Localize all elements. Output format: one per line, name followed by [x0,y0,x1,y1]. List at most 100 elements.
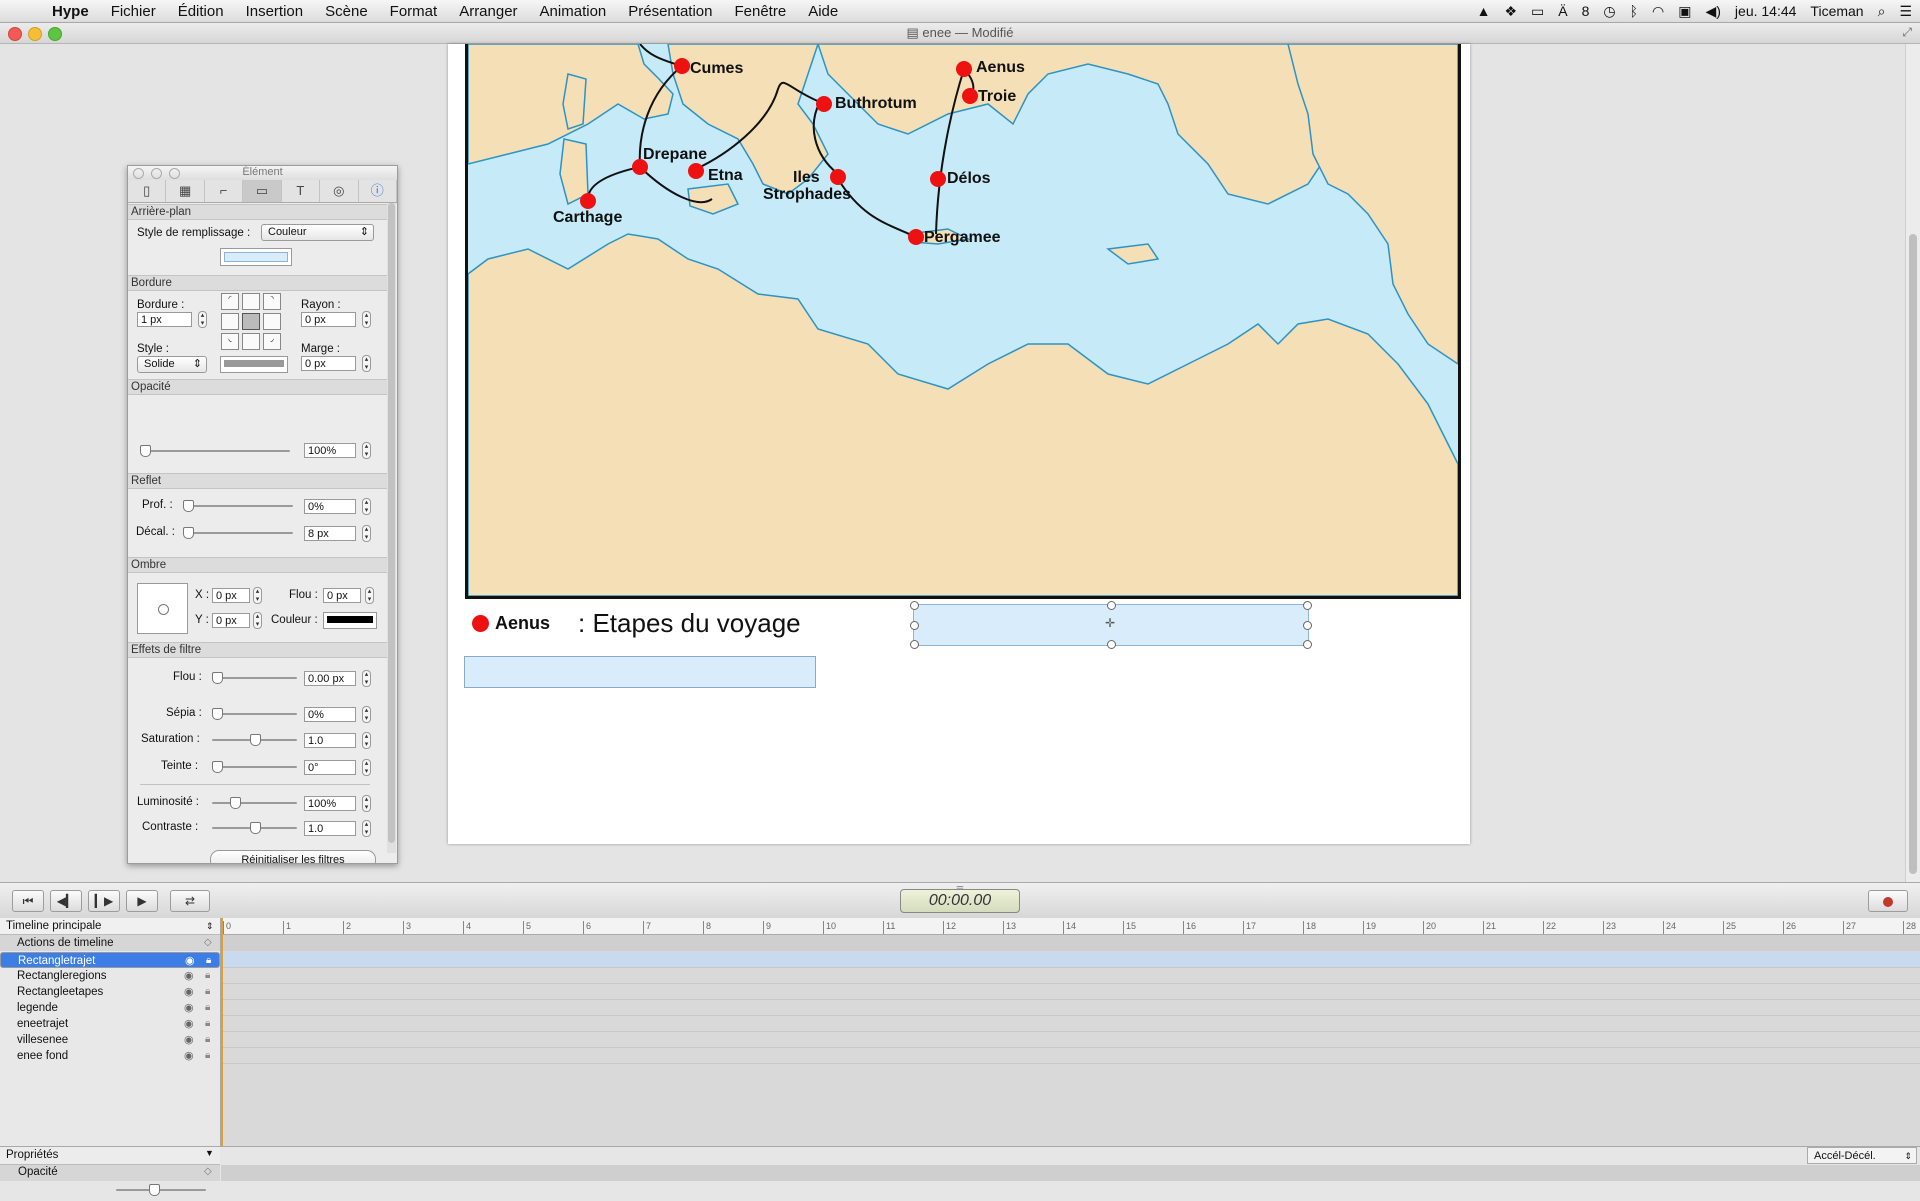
visibility-eye-icon[interactable]: ◉ [184,1000,194,1016]
inspector-scrollbar[interactable] [387,203,396,853]
side-top-icon[interactable] [242,293,260,310]
layout-inspector-tab-icon[interactable]: ⌐ [205,180,244,202]
keyframe-diamond-icon[interactable]: ◇ [204,1166,212,1177]
border-width-field[interactable]: 1 px [137,312,192,327]
center-crosshair-icon[interactable]: ✛ [1105,616,1115,630]
radius-stepper[interactable]: ▴ ▾ [362,311,371,328]
corner-br-icon[interactable]: ◞ [263,333,281,350]
text-inspector-tab-icon[interactable]: T [282,180,321,202]
contrast-knob[interactable] [250,822,261,834]
adobe-icon[interactable]: Ä [1558,3,1567,19]
filter-blur-stepper[interactable]: ▴ ▾ [362,670,371,687]
volume-icon[interactable]: ◀) [1705,3,1720,20]
border-sides-picker[interactable]: ◜ ◝ ◟ ◞ [221,293,287,350]
margin-stepper[interactable]: ▴ ▾ [362,355,371,372]
property-row-opacity[interactable]: Opacité ◇ [0,1165,220,1181]
visibility-eye-icon[interactable]: ◉ [185,953,195,969]
menu-fichier[interactable]: Fichier [111,3,156,20]
drive-icon[interactable]: ▲ [1477,3,1491,19]
shadow-direction-knob[interactable] [158,604,169,615]
spotlight-icon[interactable]: ⌕ [1878,3,1886,20]
offset-slider-knob[interactable] [183,527,194,539]
info-inspector-tab-icon[interactable]: ⓘ [359,180,397,202]
fill-style-select[interactable]: Couleur ⇕ [261,224,374,241]
lock-icon[interactable]: 🔒︎ [205,1016,210,1032]
rectangle-regions[interactable] [464,656,816,688]
side-all-icon[interactable] [242,313,260,330]
brightness-stepper[interactable]: ▴ ▾ [362,795,371,812]
rectangle-trajet[interactable]: ✛ [910,601,1312,649]
scene-inspector-tab-icon[interactable]: ▦ [166,180,205,202]
menu-arranger[interactable]: Arranger [459,3,517,20]
property-track[interactable] [221,1165,1920,1181]
visibility-eye-icon[interactable]: ◉ [184,984,194,1000]
menu-format[interactable]: Format [390,3,438,20]
opacity-slider[interactable] [140,445,290,457]
step-back-button[interactable]: ◀▎ [50,890,82,912]
side-left-icon[interactable] [221,313,239,330]
playhead[interactable] [221,918,223,1146]
sepia-knob[interactable] [212,708,223,720]
lock-icon[interactable]: 🔒︎ [205,1048,210,1064]
timeline-ruler[interactable]: 0 1 2 3 4 5 6 7 8 9 10 11 12 13 14 15 16 17 18 19 20 21 22 23 24… [221,918,1920,935]
radius-field[interactable]: 0 px [301,312,356,327]
hue-slider[interactable] [212,761,297,773]
properties-header[interactable]: Propriétés ▼ [0,1147,220,1165]
layer-row[interactable]: eneetrajet ◉ 🔒︎ [0,1016,220,1032]
contrast-field[interactable]: 1.0 [304,821,356,836]
corner-bl-icon[interactable]: ◟ [221,333,239,350]
fill-color-well[interactable] [220,248,292,266]
inspector-zoom-button[interactable] [169,168,180,179]
border-style-select[interactable]: Solide ⇕ [137,356,207,373]
shadow-x-stepper[interactable]: ▴ ▾ [253,587,262,604]
inspector-close-button[interactable] [133,168,144,179]
dropbox-icon[interactable]: ❖ [1504,3,1517,20]
layer-row[interactable]: legende ◉ 🔒︎ [0,1000,220,1016]
resize-handle[interactable] [910,621,919,630]
menu-fenetre[interactable]: Fenêtre [734,3,786,20]
action-inspector-tab-icon[interactable]: ◎ [320,180,359,202]
corner-tr-icon[interactable]: ◝ [263,293,281,310]
border-width-stepper[interactable]: ▴ ▾ [198,311,207,328]
resize-handle[interactable] [910,640,919,649]
actions-track[interactable] [221,935,1920,951]
fullscreen-icon[interactable]: ⤢ [1902,25,1912,40]
border-color-well[interactable] [220,356,288,373]
bluetooth-icon[interactable]: ᛒ [1630,3,1638,19]
resize-handle[interactable] [910,601,919,610]
lock-icon[interactable]: 🔒︎ [205,1032,210,1048]
menubar-clock[interactable]: jeu. 14:44 [1735,3,1797,19]
visibility-eye-icon[interactable]: ◉ [184,1016,194,1032]
keyboard-icon[interactable]: ▣ [1678,3,1691,20]
timeline-selector[interactable]: Timeline principale ⇕ [0,918,220,935]
shadow-y-stepper[interactable]: ▴ ▾ [253,612,262,629]
document-inspector-tab-icon[interactable]: ▯ [128,180,167,202]
sepia-field[interactable]: 0% [304,707,356,722]
filter-blur-knob[interactable] [212,672,223,684]
menu-presentation[interactable]: Présentation [628,3,712,20]
resize-handle[interactable] [1303,601,1312,610]
menu-aide[interactable]: Aide [808,3,838,20]
shadow-y-field[interactable]: 0 px [212,613,250,628]
wifi-icon[interactable]: ◠ [1652,3,1664,20]
sepia-slider[interactable] [212,708,297,720]
step-forward-button[interactable]: ▎▶ [88,890,120,912]
resize-handle[interactable] [1107,640,1116,649]
saturation-slider[interactable] [212,734,297,746]
resize-handle[interactable] [1107,601,1116,610]
saturation-knob[interactable] [250,734,261,746]
hue-knob[interactable] [212,761,223,773]
visibility-eye-icon[interactable]: ◉ [184,1048,194,1064]
record-button[interactable] [1868,890,1908,912]
keyframe-diamond-icon[interactable]: ◇ [204,935,212,951]
notification-center-icon[interactable]: ☰ [1899,3,1912,20]
timeline-actions-row[interactable]: Actions de timeline ◇ [0,935,220,951]
inspector-minimize-button[interactable] [151,168,162,179]
resize-handle[interactable] [1303,621,1312,630]
saturation-field[interactable]: 1.0 [304,733,356,748]
opacity-stepper[interactable]: ▴ ▾ [362,442,371,459]
contrast-slider[interactable] [212,822,297,834]
contrast-stepper[interactable]: ▴ ▾ [362,820,371,837]
mediterranean-map[interactable]: Cumes Aenus Troie Buthrotum Drepane Etna… [465,44,1461,599]
sepia-stepper[interactable]: ▴ ▾ [362,706,371,723]
